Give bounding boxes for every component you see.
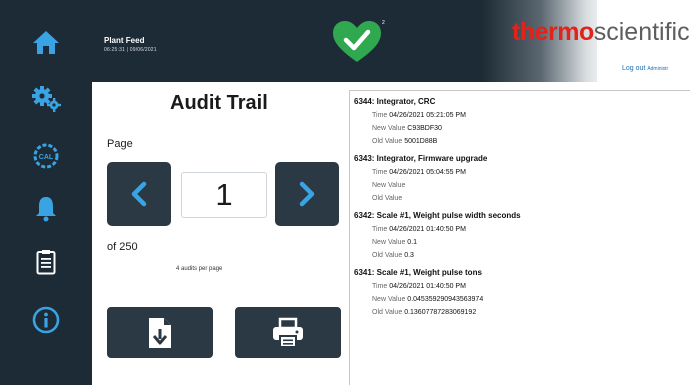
time-value: 04/26/2021 05:04:55 PM bbox=[389, 169, 466, 176]
sidebar: CAL bbox=[0, 0, 92, 385]
audits-per-page: 4 audits per page bbox=[176, 266, 223, 272]
nav-home[interactable] bbox=[0, 20, 92, 64]
nav-settings[interactable] bbox=[0, 76, 92, 120]
old-value-label: Old Value bbox=[372, 195, 403, 202]
chevron-right-icon bbox=[299, 181, 315, 207]
old-value: 0.3 bbox=[404, 252, 414, 259]
brand-logo: thermoscientific bbox=[512, 18, 690, 46]
list-item[interactable]: 6344: Integrator, CRC Time 04/26/2021 05… bbox=[354, 97, 690, 148]
time-value: 04/26/2021 01:40:50 PM bbox=[389, 226, 466, 233]
total-pages: of 250 bbox=[107, 241, 138, 253]
feed-title: Plant Feed bbox=[104, 36, 145, 45]
previous-page-button[interactable] bbox=[107, 162, 171, 226]
nav-alarms[interactable] bbox=[0, 186, 92, 230]
new-value-label: New Value bbox=[372, 239, 406, 246]
page-title: Audit Trail bbox=[170, 92, 268, 114]
new-value-label: New Value bbox=[372, 296, 406, 303]
time-label: Time bbox=[372, 169, 388, 176]
download-button[interactable] bbox=[107, 307, 213, 358]
chevron-left-icon bbox=[131, 181, 147, 207]
user-name: Administr bbox=[647, 66, 669, 72]
download-file-icon bbox=[149, 317, 171, 348]
clipboard-icon bbox=[36, 250, 56, 275]
list-item[interactable]: 6343: Integrator, Firmware upgrade Time … bbox=[354, 154, 690, 205]
calibration-label: CAL bbox=[39, 154, 54, 161]
home-icon bbox=[33, 31, 59, 54]
old-value-label: Old Value bbox=[372, 309, 403, 316]
audit-list[interactable]: 6344: Integrator, CRC Time 04/26/2021 05… bbox=[349, 90, 690, 385]
time-label: Time bbox=[372, 112, 388, 119]
old-value-label: Old Value bbox=[372, 138, 403, 145]
nav-calibration[interactable]: CAL bbox=[0, 134, 92, 178]
time-label: Time bbox=[372, 283, 388, 290]
status-count: 2 bbox=[382, 20, 385, 26]
page-number-input[interactable]: 1 bbox=[181, 172, 267, 218]
old-value: 5001D88B bbox=[404, 138, 438, 145]
entry-title: 6341: Scale #1, Weight pulse tons bbox=[354, 268, 482, 277]
nav-audit[interactable] bbox=[0, 240, 92, 284]
info-icon bbox=[32, 306, 60, 334]
calibration-icon: CAL bbox=[33, 143, 59, 169]
new-value: C93BDF30 bbox=[407, 125, 442, 132]
status-ok-icon[interactable] bbox=[330, 18, 384, 66]
new-value: 0.1 bbox=[407, 239, 418, 246]
header-bar: Plant Feed 06:25:31 | 09/06/2021 2 therm… bbox=[92, 0, 690, 82]
logout-link[interactable]: Log out Administr bbox=[622, 65, 668, 72]
time-label: Time bbox=[372, 226, 388, 233]
page-label: Page bbox=[107, 138, 133, 150]
list-item[interactable]: 6341: Scale #1, Weight pulse tons Time 0… bbox=[354, 268, 690, 319]
time-value: 04/26/2021 05:21:05 PM bbox=[389, 112, 466, 119]
new-value-label: New Value bbox=[372, 125, 406, 132]
old-value: 0.13607787283069192 bbox=[404, 309, 477, 316]
feed-timestamp: 06:25:31 | 09/06/2021 bbox=[104, 47, 157, 53]
printer-icon bbox=[273, 317, 303, 348]
bell-icon bbox=[36, 197, 56, 222]
entry-title: 6342: Scale #1, Weight pulse width secon… bbox=[354, 211, 521, 220]
old-value-label: Old Value bbox=[372, 252, 403, 259]
nav-info[interactable] bbox=[0, 298, 92, 342]
new-value: 0.045359290943563974 bbox=[407, 296, 484, 303]
entry-title: 6344: Integrator, CRC bbox=[354, 97, 436, 106]
settings-icon bbox=[32, 86, 61, 112]
new-value-label: New Value bbox=[372, 182, 406, 189]
print-button[interactable] bbox=[235, 307, 341, 358]
list-item[interactable]: 6342: Scale #1, Weight pulse width secon… bbox=[354, 211, 690, 262]
next-page-button[interactable] bbox=[275, 162, 339, 226]
time-value: 04/26/2021 01:40:50 PM bbox=[389, 283, 466, 290]
entry-title: 6343: Integrator, Firmware upgrade bbox=[354, 154, 488, 163]
